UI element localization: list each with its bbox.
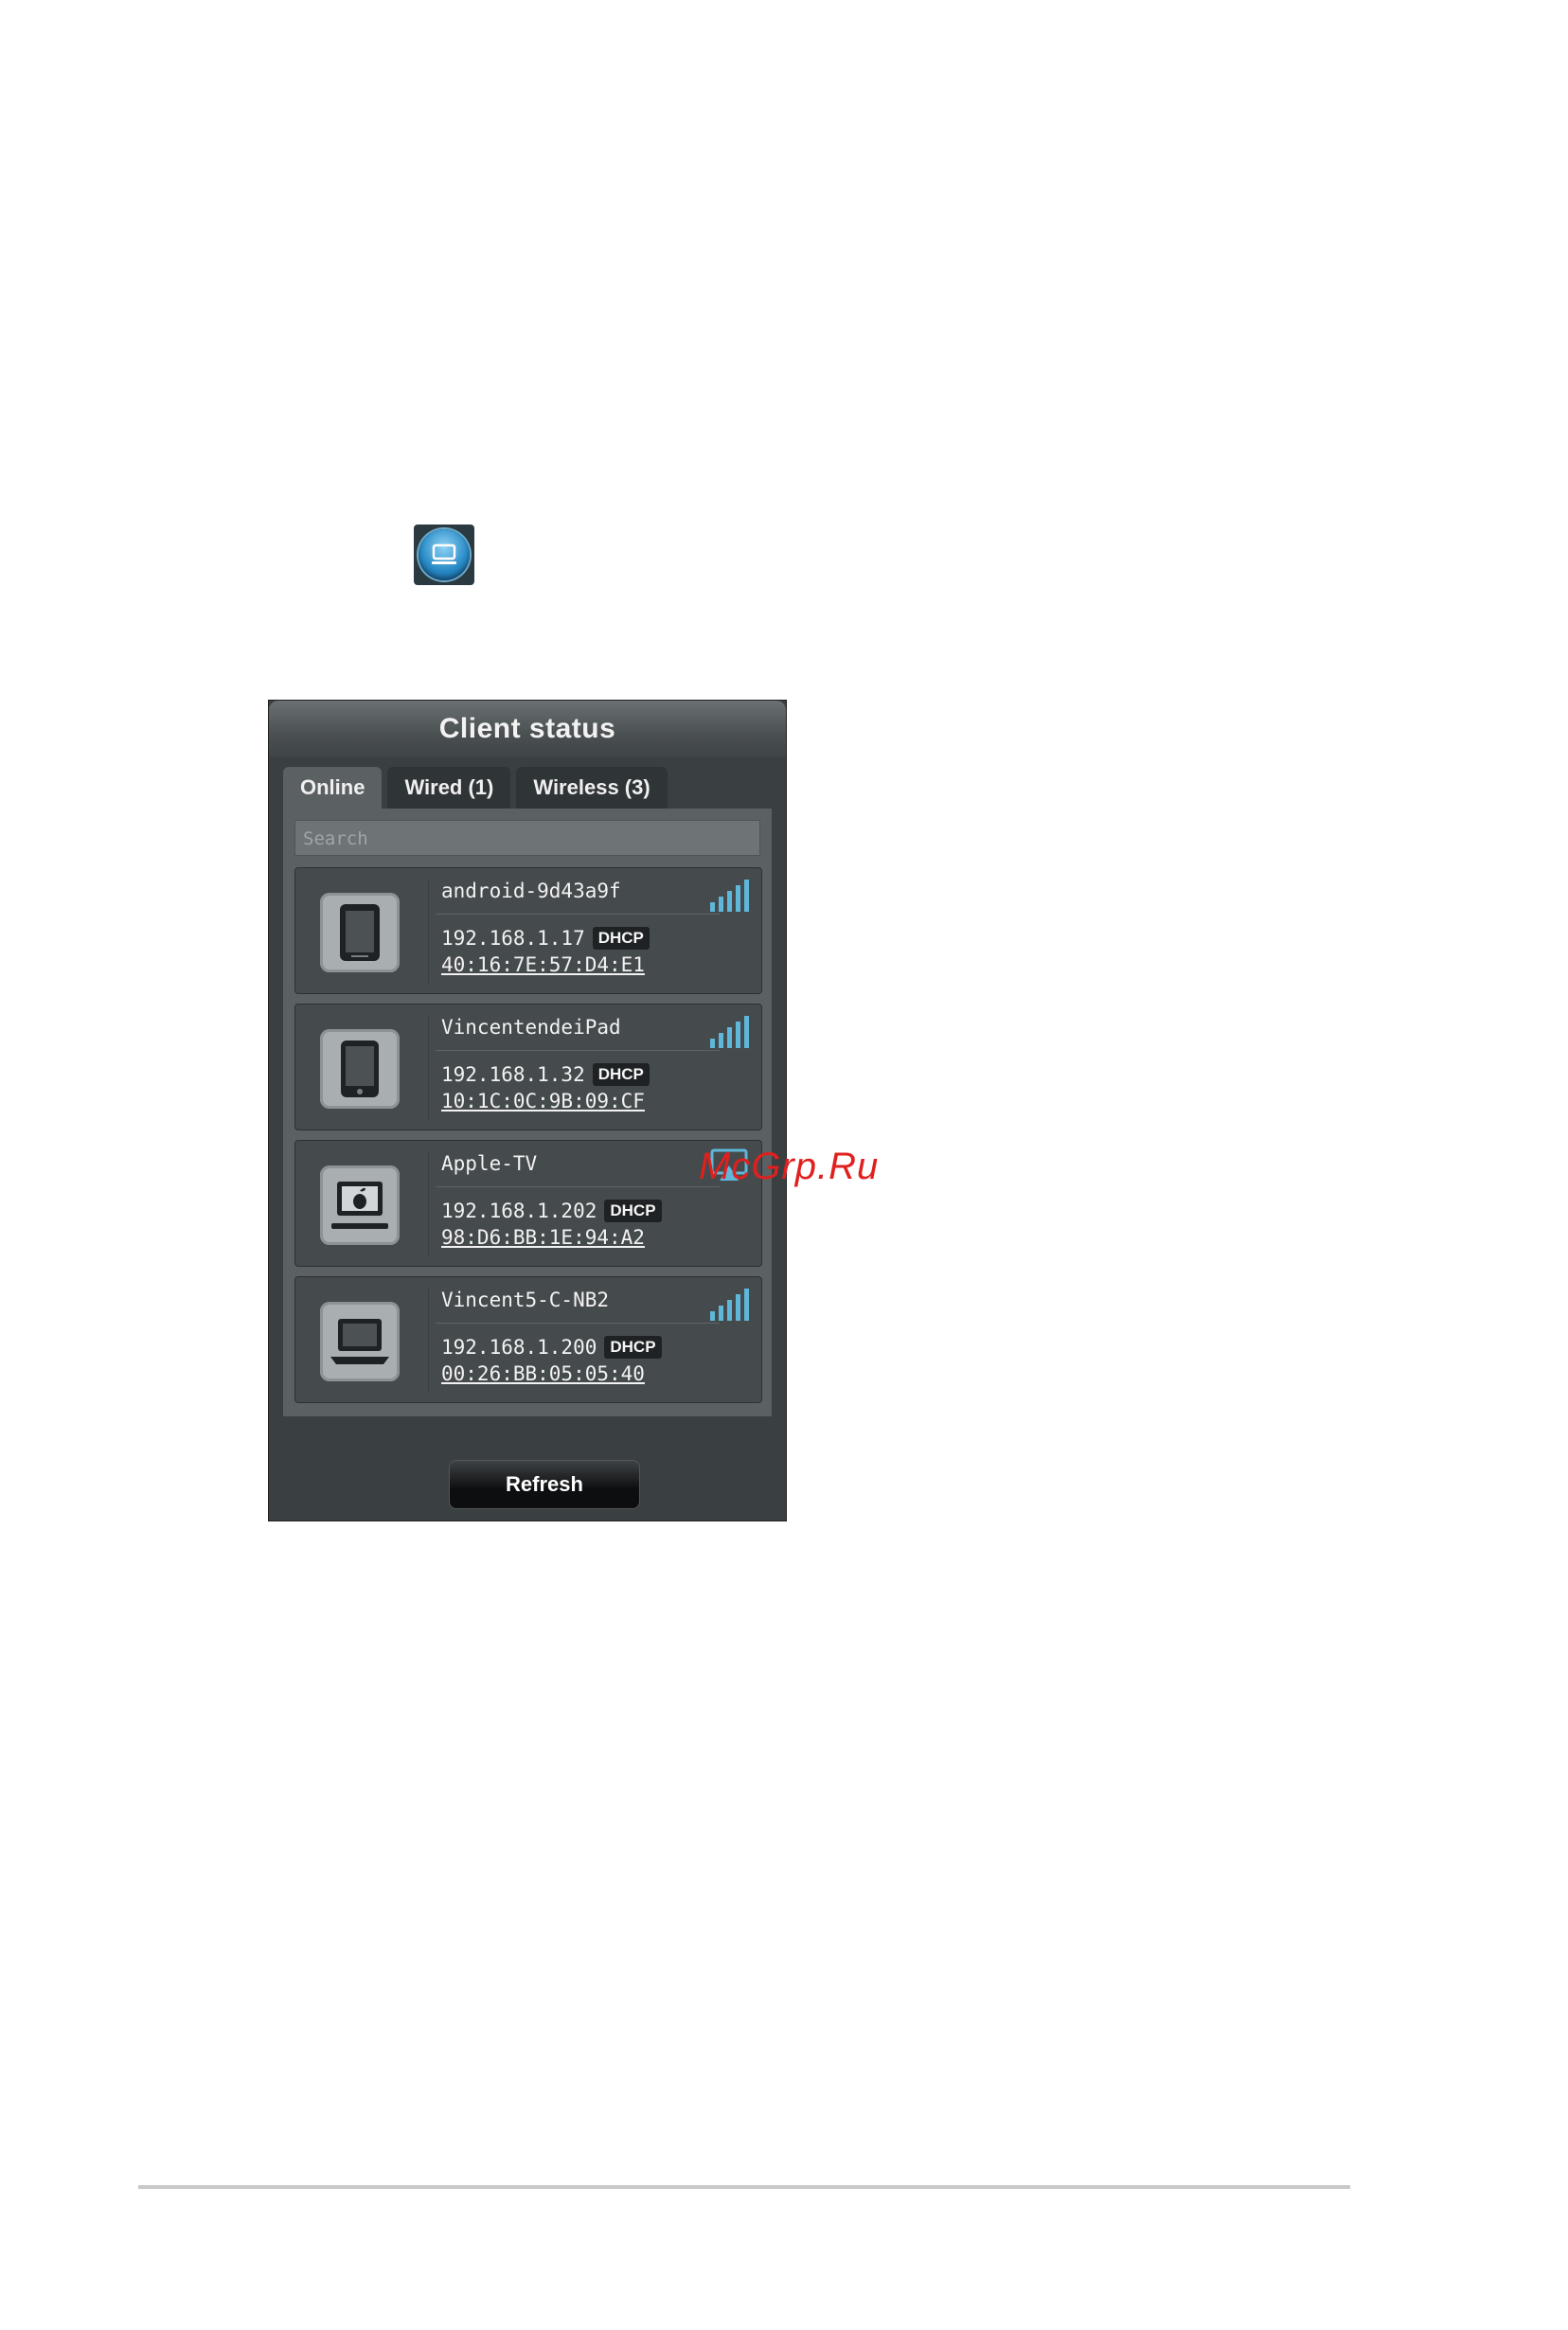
divider xyxy=(428,1016,429,1120)
divider xyxy=(436,1323,720,1324)
panel-title: Client status xyxy=(269,701,786,757)
client-card[interactable]: Vincent5-C-NB2 192.168.1.200 DHCP 00:26:… xyxy=(294,1276,762,1403)
ipad-icon xyxy=(320,1029,400,1109)
client-card[interactable]: Apple-TV 192.168.1.202 DHCP 98:D6:BB:1E:… xyxy=(294,1140,762,1267)
dhcp-badge: DHCP xyxy=(604,1200,662,1222)
client-mac-link[interactable]: 98:D6:BB:1E:94:A2 xyxy=(441,1226,645,1249)
client-name: Vincent5-C-NB2 xyxy=(441,1289,610,1311)
client-name: Apple-TV xyxy=(441,1152,538,1175)
client-mac-link[interactable]: 00:26:BB:05:05:40 xyxy=(441,1362,645,1385)
clients-icon xyxy=(419,529,470,580)
client-card[interactable]: android-9d43a9f 192.168.1.17 DHCP 40:16:… xyxy=(294,867,762,994)
tab-online[interactable]: Online xyxy=(283,767,383,809)
divider xyxy=(436,1050,720,1051)
client-card[interactable]: VincentendeiPad 192.168.1.32 DHCP 10:1C:… xyxy=(294,1004,762,1130)
client-ip: 192.168.1.202 DHCP xyxy=(441,1200,662,1222)
divider xyxy=(428,880,429,984)
clients-button[interactable] xyxy=(414,525,474,585)
dhcp-badge: DHCP xyxy=(592,927,650,950)
apple-tv-icon xyxy=(320,1165,400,1245)
client-ip: 192.168.1.17 DHCP xyxy=(441,927,650,950)
wifi-signal-icon xyxy=(708,1287,754,1325)
dhcp-badge: DHCP xyxy=(592,1063,650,1086)
divider xyxy=(436,914,720,915)
divider xyxy=(428,1289,429,1393)
dhcp-badge: DHCP xyxy=(604,1336,662,1359)
refresh-button[interactable]: Refresh xyxy=(449,1460,640,1509)
client-status-panel: Client status Online Wired (1) Wireless … xyxy=(268,700,787,1521)
client-mac-link[interactable]: 40:16:7E:57:D4:E1 xyxy=(441,953,645,976)
client-ip: 192.168.1.32 DHCP xyxy=(441,1063,650,1086)
tablet-icon xyxy=(320,893,400,972)
client-name: VincentendeiPad xyxy=(441,1016,621,1039)
footer-divider xyxy=(138,2185,1350,2189)
client-name: android-9d43a9f xyxy=(441,880,621,902)
search-input[interactable]: Search xyxy=(294,820,760,856)
watermark: McGrp.Ru xyxy=(699,1146,880,1187)
client-tabs: Online Wired (1) Wireless (3) xyxy=(283,767,668,809)
tab-wireless[interactable]: Wireless (3) xyxy=(516,767,668,809)
tab-wired[interactable]: Wired (1) xyxy=(387,767,511,809)
client-list-area: Search android-9d43a9f 192.168.1.17 DHCP… xyxy=(283,809,772,1416)
divider xyxy=(436,1186,720,1187)
divider xyxy=(428,1152,429,1256)
client-ip: 192.168.1.200 DHCP xyxy=(441,1336,662,1359)
client-mac-link[interactable]: 10:1C:0C:9B:09:CF xyxy=(441,1090,645,1112)
wifi-signal-icon xyxy=(708,1014,754,1053)
laptop-icon xyxy=(320,1302,400,1381)
wifi-signal-icon xyxy=(708,878,754,916)
